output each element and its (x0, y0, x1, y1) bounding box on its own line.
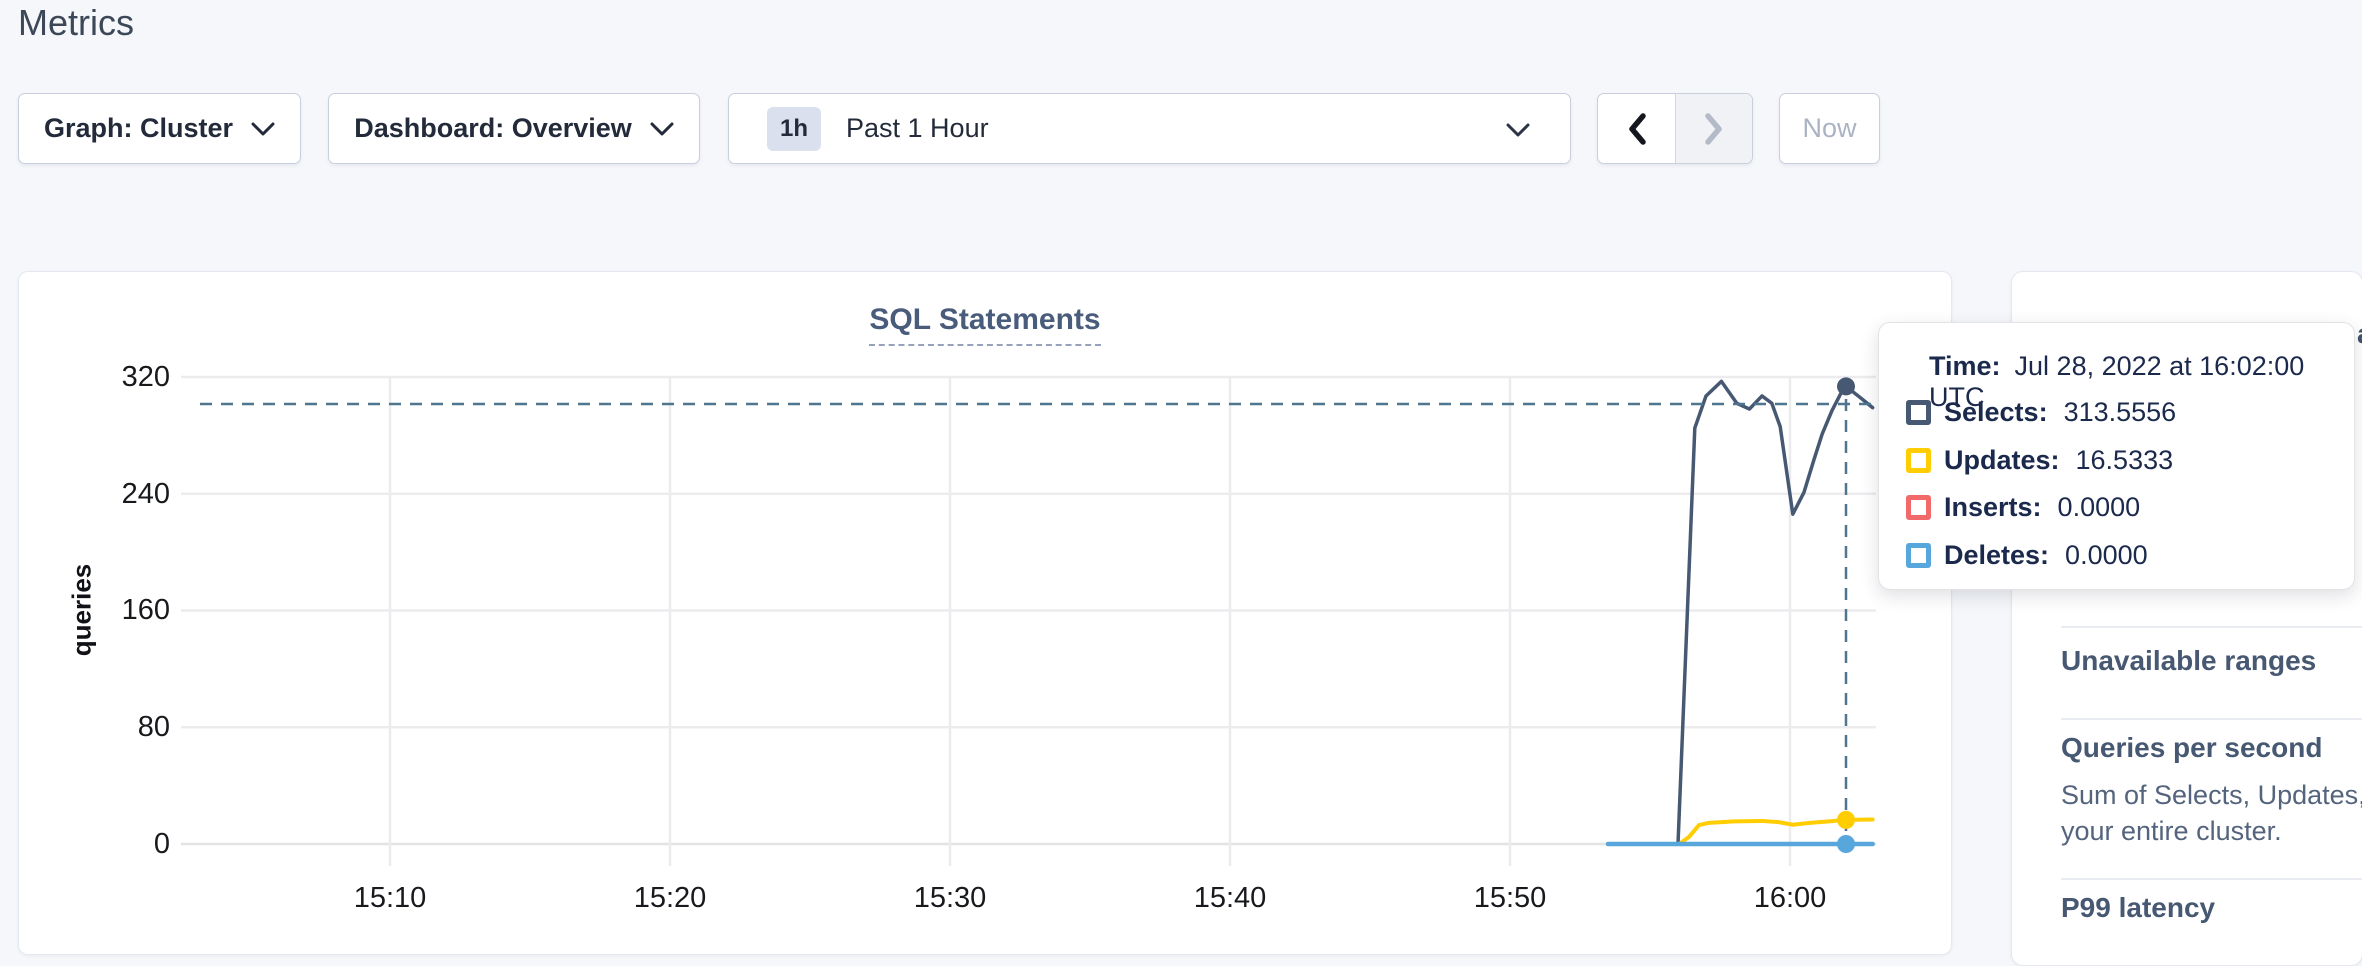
prev-time-button[interactable] (1598, 94, 1675, 163)
chevron-down-icon (251, 122, 275, 136)
tooltip-time-label: Time: (1929, 351, 2001, 381)
graph-scope-dropdown[interactable]: Graph: Cluster (18, 93, 301, 164)
tooltip-series-label: Inserts: (1944, 492, 2042, 523)
x-tick-label: 15:30 (880, 882, 1020, 915)
chevron-down-icon (1506, 123, 1530, 137)
graph-scope-dropdown-label: Graph: Cluster (44, 113, 233, 144)
updates-legend-swatch-icon (1906, 448, 1931, 473)
divider (2061, 718, 2362, 720)
now-button[interactable]: Now (1779, 93, 1880, 164)
glossary-heading-unavailable-ranges: Unavailable ranges (2061, 645, 2316, 677)
y-tick-label: 240 (90, 478, 170, 511)
glossary-heading-p99-latency: P99 latency (2061, 892, 2215, 924)
dashboard-dropdown[interactable]: Dashboard: Overview (328, 93, 700, 164)
chart-title-wrap: SQL Statements (18, 303, 1952, 346)
time-range-badge: 1h (767, 107, 821, 151)
y-tick-label: 0 (90, 828, 170, 861)
x-tick-label: 15:50 (1440, 882, 1580, 915)
glossary-heading-queries-per-second: Queries per second (2061, 732, 2322, 764)
time-range-selector[interactable]: 1h Past 1 Hour (728, 93, 1571, 164)
tooltip-legend-row: Inserts: 0.0000 (1906, 492, 2140, 523)
chart-hover-tooltip: Time:Jul 28, 2022 at 16:02:00 UTC Select… (1878, 322, 2355, 590)
tooltip-series-value: 16.5333 (2076, 445, 2174, 476)
chevron-down-icon (650, 122, 674, 136)
divider (2061, 626, 2362, 628)
clipped-sidebar-text: a (2357, 318, 2362, 350)
x-tick-label: 15:10 (320, 882, 460, 915)
x-tick-label: 16:00 (1720, 882, 1860, 915)
tooltip-series-value: 0.0000 (2065, 540, 2148, 571)
inserts-legend-swatch-icon (1906, 495, 1931, 520)
divider (2061, 878, 2362, 880)
page-title: Metrics (18, 2, 134, 44)
dashboard-dropdown-label: Dashboard: Overview (354, 113, 632, 144)
x-tick-label: 15:20 (600, 882, 740, 915)
glossary-description-line: Sum of Selects, Updates, Inser (2061, 780, 2362, 811)
tooltip-series-value: 0.0000 (2058, 492, 2141, 523)
sql-statements-chart-card[interactable] (18, 271, 1952, 955)
tooltip-series-value: 313.5556 (2064, 397, 2177, 428)
time-range-label: Past 1 Hour (846, 113, 989, 144)
tooltip-series-label: Selects: (1944, 397, 2048, 428)
next-time-button[interactable] (1675, 94, 1752, 163)
tooltip-legend-row: Selects: 313.5556 (1906, 397, 2176, 428)
selects-legend-swatch-icon (1906, 400, 1931, 425)
chevron-left-icon (1626, 112, 1648, 146)
chevron-right-icon (1703, 112, 1725, 146)
tooltip-legend-row: Updates: 16.5333 (1906, 445, 2173, 476)
x-tick-label: 15:40 (1160, 882, 1300, 915)
tooltip-series-label: Updates: (1944, 445, 2060, 476)
time-shift-button-group (1597, 93, 1753, 164)
tooltip-series-label: Deletes: (1944, 540, 2049, 571)
y-tick-label: 80 (90, 711, 170, 744)
y-tick-label: 160 (90, 594, 170, 627)
chart-title[interactable]: SQL Statements (869, 303, 1100, 346)
glossary-description-line: your entire cluster. (2061, 816, 2282, 847)
deletes-legend-swatch-icon (1906, 543, 1931, 568)
tooltip-legend-row: Deletes: 0.0000 (1906, 540, 2148, 571)
y-tick-label: 320 (90, 361, 170, 394)
